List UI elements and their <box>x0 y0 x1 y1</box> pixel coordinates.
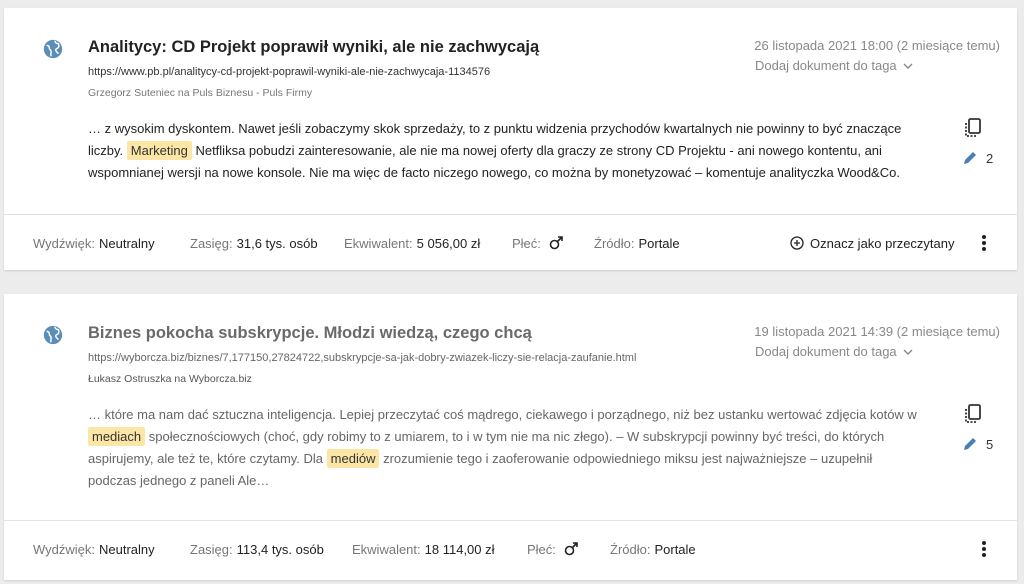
reach-label: Zasięg: <box>190 235 233 251</box>
article-excerpt: … które ma nam dać sztuczna inteligencja… <box>88 404 918 492</box>
excerpt-text: … które ma nam dać sztuczna inteligencja… <box>88 407 917 422</box>
pencil-icon <box>964 152 976 164</box>
article-excerpt: … z wysokim dyskontem. Nawet jeśli zobac… <box>88 118 918 184</box>
equivalent-metric: Ekwiwalent: 5 056,00 zł <box>344 215 480 271</box>
add-to-tag-label: Dodaj dokument do taga <box>755 58 897 73</box>
add-to-tag-label: Dodaj dokument do taga <box>755 344 897 359</box>
source-label: Źródło: <box>610 541 651 557</box>
equivalent-value: 18 114,00 zł <box>424 541 495 557</box>
sentiment-metric: Wydźwięk: Neutralny <box>33 215 155 271</box>
edit-button[interactable]: 5 <box>962 436 1002 452</box>
article-card: Analitycy: CD Projekt poprawił wyniki, a… <box>4 8 1017 270</box>
male-icon <box>549 236 563 250</box>
chevron-down-icon <box>903 63 913 69</box>
globe-icon <box>43 325 63 345</box>
sentiment-label: Wydźwięk: <box>33 235 96 251</box>
gender-metric: Płeć: <box>512 215 563 271</box>
reach-metric: Zasięg: 113,4 tys. osób <box>190 521 324 577</box>
copy-icon[interactable] <box>964 118 982 138</box>
article-author: Łukasz Ostruszka na Wyborcza.biz <box>88 373 252 385</box>
kebab-menu-icon[interactable] <box>978 233 990 253</box>
source-metric: Źródło: Portale <box>594 215 680 271</box>
sentiment-value: Neutralny <box>99 541 155 557</box>
plus-circle-icon <box>790 236 804 250</box>
article-footer: Wydźwięk: Neutralny Zasięg: 31,6 tys. os… <box>4 215 1017 271</box>
globe-icon <box>43 39 63 59</box>
equivalent-value: 5 056,00 zł <box>416 235 481 251</box>
male-icon <box>564 542 578 556</box>
article-title[interactable]: Biznes pokocha subskrypcje. Młodzi wiedz… <box>88 324 532 343</box>
article-url[interactable]: https://www.pb.pl/analitycy-cd-projekt-p… <box>88 66 490 78</box>
excerpt-text: Netfliksa pobudzi zainteresowanie, ale n… <box>88 143 900 180</box>
edit-count: 5 <box>986 436 994 452</box>
source-value: Portale <box>654 541 696 557</box>
gender-label: Płeć: <box>512 235 541 251</box>
add-to-tag-dropdown[interactable]: Dodaj dokument do taga <box>755 344 913 359</box>
keyword-highlight: mediach <box>88 427 146 446</box>
chevron-down-icon <box>903 349 913 355</box>
sentiment-metric: Wydźwięk: Neutralny <box>33 521 155 577</box>
gender-label: Płeć: <box>527 541 556 557</box>
edit-button[interactable]: 2 <box>962 150 1002 166</box>
copy-icon[interactable] <box>964 404 982 424</box>
reach-metric: Zasięg: 31,6 tys. osób <box>190 215 318 271</box>
edit-count: 2 <box>986 150 994 166</box>
article-footer: Wydźwięk: Neutralny Zasięg: 113,4 tys. o… <box>4 521 1017 577</box>
equivalent-label: Ekwiwalent: <box>352 541 421 557</box>
article-date: 19 listopada 2021 14:39 (2 miesiące temu… <box>754 324 1000 339</box>
sentiment-value: Neutralny <box>99 235 155 251</box>
mark-as-read-button[interactable]: Oznacz jako przeczytany <box>790 215 955 271</box>
article-url[interactable]: https://wyborcza.biz/biznes/7,177150,278… <box>88 352 636 364</box>
reach-value: 31,6 tys. osób <box>236 235 318 251</box>
keyword-highlight: Marketing <box>126 141 192 160</box>
sentiment-label: Wydźwięk: <box>33 541 96 557</box>
equivalent-label: Ekwiwalent: <box>344 235 413 251</box>
source-value: Portale <box>638 235 680 251</box>
article-card: Biznes pokocha subskrypcje. Młodzi wiedz… <box>4 294 1017 580</box>
article-date: 26 listopada 2021 18:00 (2 miesiące temu… <box>754 38 1000 53</box>
add-to-tag-dropdown[interactable]: Dodaj dokument do taga <box>755 58 913 73</box>
equivalent-metric: Ekwiwalent: 18 114,00 zł <box>352 521 495 577</box>
reach-label: Zasięg: <box>190 541 233 557</box>
article-author: Grzegorz Suteniec na Puls Biznesu - Puls… <box>88 87 313 99</box>
mark-as-read-label: Oznacz jako przeczytany <box>810 235 955 251</box>
kebab-menu-icon[interactable] <box>978 539 990 559</box>
pencil-icon <box>964 438 976 450</box>
source-metric: Źródło: Portale <box>610 521 696 577</box>
reach-value: 113,4 tys. osób <box>236 541 324 557</box>
source-label: Źródło: <box>594 235 635 251</box>
keyword-highlight: mediów <box>326 449 380 468</box>
gender-metric: Płeć: <box>527 521 578 577</box>
article-title[interactable]: Analitycy: CD Projekt poprawił wyniki, a… <box>88 38 539 57</box>
